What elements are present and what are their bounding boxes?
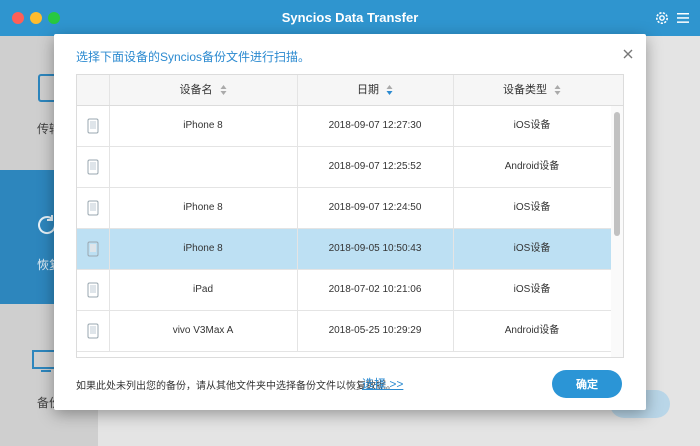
device-type-cell: Android设备: [504, 161, 560, 172]
backup-select-dialog: 选择下面设备的Syncios备份文件进行扫描。 设备名 日期 设备类型 iPho…: [54, 34, 646, 410]
backup-table: 设备名 日期 设备类型 iPhone 8 2018-09-07 12:27:30 i: [76, 74, 624, 358]
app-title: Syncios Data Transfer: [281, 10, 419, 25]
table-row[interactable]: iPad 2018-07-02 10:21:06 iOS设备: [77, 270, 611, 311]
date-cell: 2018-09-07 12:27:30: [328, 120, 422, 131]
phone-icon: [87, 159, 99, 175]
device-name-cell: iPhone 8: [183, 120, 223, 131]
device-name-cell: iPad: [192, 284, 213, 295]
scrollbar-thumb[interactable]: [614, 112, 620, 236]
table-row[interactable]: iPhone 8 2018-09-07 12:27:30 iOS设备: [77, 106, 611, 147]
device-name-cell: [109, 147, 297, 187]
column-header-name[interactable]: 设备名: [109, 75, 297, 105]
device-type-cell: iOS设备: [513, 202, 551, 213]
device-type-cell: Android设备: [504, 325, 560, 336]
device-name-cell: iPhone 8: [183, 202, 223, 213]
menu-icon[interactable]: [676, 11, 690, 25]
device-cell: [77, 270, 109, 310]
table-row[interactable]: iPhone 8 2018-09-07 12:24:50 iOS设备: [77, 188, 611, 229]
device-cell: [77, 311, 109, 351]
phone-icon: [87, 200, 99, 216]
date-cell: 2018-09-07 12:25:52: [328, 161, 422, 172]
device-cell: [77, 229, 109, 269]
device-cell: [77, 106, 109, 146]
title-bar: Syncios Data Transfer: [0, 0, 700, 36]
gear-icon[interactable]: [654, 10, 670, 26]
phone-icon: [87, 323, 99, 339]
choose-folder-link[interactable]: 选择 >>: [362, 375, 403, 392]
sort-icon: [554, 85, 561, 96]
footer-hint: 如果此处未列出您的备份，请从其他文件夹中选择备份文件以恢复数据。: [76, 381, 396, 392]
column-header-type[interactable]: 设备类型: [453, 75, 611, 105]
device-cell: [77, 188, 109, 228]
date-cell: 2018-09-07 12:24:50: [328, 202, 422, 213]
close-icon[interactable]: [622, 48, 634, 60]
table-row[interactable]: 2018-09-07 12:25:52 Android设备: [77, 147, 611, 188]
phone-icon: [87, 282, 99, 298]
phone-icon: [87, 241, 99, 257]
table-row[interactable]: vivo V3Max A 2018-05-25 10:29:29 Android设备: [77, 311, 611, 352]
sort-icon: [220, 85, 227, 96]
device-type-cell: iOS设备: [513, 284, 551, 295]
device-name-cell: iPhone 8: [183, 243, 223, 254]
dialog-title: 选择下面设备的Syncios备份文件进行扫描。: [76, 50, 311, 64]
device-type-cell: iOS设备: [513, 243, 551, 254]
device-cell: [77, 147, 109, 187]
scrollbar[interactable]: [611, 106, 623, 357]
confirm-button[interactable]: 确定: [552, 370, 622, 398]
phone-icon: [87, 118, 99, 134]
table-header: 设备名 日期 设备类型: [77, 75, 623, 106]
column-header-date[interactable]: 日期: [297, 75, 453, 105]
sort-desc-icon: [386, 85, 393, 96]
date-cell: 2018-05-25 10:29:29: [328, 325, 422, 336]
date-cell: 2018-09-05 10:50:43: [328, 243, 422, 254]
device-name-cell: vivo V3Max A: [172, 325, 234, 336]
device-type-cell: iOS设备: [513, 120, 551, 131]
table-row[interactable]: iPhone 8 2018-09-05 10:50:43 iOS设备: [77, 229, 611, 270]
date-cell: 2018-07-02 10:21:06: [328, 284, 422, 295]
